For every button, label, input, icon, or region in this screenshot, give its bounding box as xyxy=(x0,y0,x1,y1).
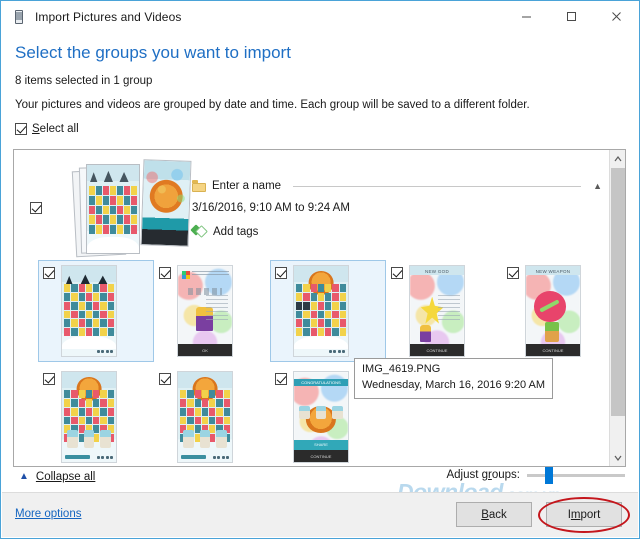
chevron-up-icon: ▲ xyxy=(19,471,29,482)
thumbnail-subcaption-7: SHARE xyxy=(294,439,348,451)
thumbnail-caption-7: CONTINUE xyxy=(294,450,348,462)
group-checkbox[interactable] xyxy=(30,202,42,214)
tag-icon xyxy=(190,224,208,238)
thumbnail-image-4[interactable]: NEW WEAPON CONTINUE xyxy=(525,265,581,357)
close-icon[interactable] xyxy=(594,1,639,32)
footer-bar: More options Back Im port xyxy=(2,492,638,537)
scrollbar-thumb[interactable] xyxy=(611,168,625,416)
select-all-text-rest: elect all xyxy=(39,123,79,135)
minimize-icon[interactable] xyxy=(504,1,549,32)
collapse-all-link[interactable]: ▲ Collapse all xyxy=(19,471,95,483)
thumbnail-caption-1: OK xyxy=(178,344,232,356)
slider-track xyxy=(527,474,625,477)
slider-thumb[interactable] xyxy=(545,467,553,484)
back-button[interactable]: Back xyxy=(456,502,532,527)
window-controls xyxy=(504,1,639,32)
title-bar: Import Pictures and Videos xyxy=(1,1,639,32)
group-date-range: 3/16/2016, 9:10 AM to 9:24 AM xyxy=(192,202,350,214)
selection-summary: 8 items selected in 1 group xyxy=(15,75,153,87)
select-all-checkbox[interactable] xyxy=(15,123,27,135)
thumbnail-checkbox-7[interactable] xyxy=(275,373,287,385)
thumbnail-item-1[interactable]: OK xyxy=(154,260,270,362)
import-pictures-window: Import Pictures and Videos Select the gr… xyxy=(0,0,640,539)
tooltip-timestamp: Wednesday, March 16, 2016 9:20 AM xyxy=(362,378,546,391)
thumbnail-image-2[interactable] xyxy=(293,265,349,357)
thumbnail-checkbox-4[interactable] xyxy=(507,267,519,279)
thumbnail-caption-4: CONTINUE xyxy=(526,344,580,356)
scroll-up-icon[interactable] xyxy=(610,150,625,167)
thumbnail-title-4: NEW WEAPON xyxy=(535,268,571,274)
thumbnail-title-7: CONGRATULATIONS xyxy=(294,379,348,387)
maximize-icon[interactable] xyxy=(549,1,594,32)
thumbnail-image-3[interactable]: NEW GOD CONTINUE xyxy=(409,265,465,357)
thumbnail-title-3: NEW GOD xyxy=(424,268,450,274)
thumbnail-checkbox-3[interactable] xyxy=(391,267,403,279)
select-all-row[interactable]: Select all xyxy=(15,123,639,135)
page-description: Your pictures and videos are grouped by … xyxy=(15,99,530,111)
group-meta: Enter a name ▲ 3/16/2016, 9:10 AM to 9:2… xyxy=(190,158,610,238)
thumbnail-item-6[interactable] xyxy=(154,366,270,466)
thumbnail-item-0[interactable] xyxy=(38,260,154,362)
tooltip-filename: IMG_4619.PNG xyxy=(362,363,441,375)
page-title: Select the groups you want to import xyxy=(15,43,291,62)
thumbnail-item-4[interactable]: NEW WEAPON CONTINUE xyxy=(502,260,610,362)
thumbnail-image-6[interactable] xyxy=(177,371,233,463)
adjust-groups-slider[interactable] xyxy=(527,467,625,484)
adjust-groups-label: Adjust groups: xyxy=(446,469,520,481)
thumbnail-row: OK NEW GOD CONTINUE NEW WEAPON CONTINUE xyxy=(38,260,610,362)
collapse-all-label: Collapse all xyxy=(35,471,96,483)
thumbnail-caption-3: CONTINUE xyxy=(410,344,464,356)
thumbnail-image-0[interactable] xyxy=(61,265,117,357)
thumbnail-checkbox-5[interactable] xyxy=(43,373,55,385)
device-icon xyxy=(11,9,27,25)
more-options-link[interactable]: More options xyxy=(15,508,81,520)
group-header-row: Enter a name ▲ 3/16/2016, 9:10 AM to 9:2… xyxy=(14,150,610,258)
thumbnail-item-3[interactable]: NEW GOD CONTINUE xyxy=(386,260,502,362)
thumbnail-item-2[interactable] xyxy=(270,260,386,362)
vertical-scrollbar[interactable] xyxy=(609,150,625,466)
group-name-input[interactable]: Enter a name xyxy=(212,180,281,192)
thumbnail-item-5[interactable] xyxy=(38,366,154,466)
thumbnail-tooltip: IMG_4619.PNG Wednesday, March 16, 2016 9… xyxy=(354,358,554,399)
group-name-row[interactable]: Enter a name ▲ xyxy=(192,180,602,192)
import-button[interactable]: Im port xyxy=(546,502,622,527)
thumbnail-image-1[interactable]: OK xyxy=(177,265,233,357)
folder-icon xyxy=(192,180,206,192)
add-tags-row[interactable]: Add tags xyxy=(190,224,602,238)
add-tags-label: Add tags xyxy=(213,225,259,238)
group-preview-stack xyxy=(52,158,192,258)
thumbnail-checkbox-0[interactable] xyxy=(43,267,55,279)
adjust-groups-control[interactable]: Adjust groups: xyxy=(446,467,625,484)
thumbnail-image-5[interactable] xyxy=(61,371,117,463)
thumbnail-checkbox-6[interactable] xyxy=(159,373,171,385)
chevron-up-icon[interactable]: ▲ xyxy=(593,181,602,191)
thumbnail-checkbox-2[interactable] xyxy=(275,267,287,279)
thumbnail-checkbox-1[interactable] xyxy=(159,267,171,279)
groups-list-content: Enter a name ▲ 3/16/2016, 9:10 AM to 9:2… xyxy=(14,150,610,466)
group-name-rule xyxy=(293,185,582,187)
window-title: Import Pictures and Videos xyxy=(35,9,182,24)
select-all-label: Select all xyxy=(32,123,79,135)
thumbnail-image-7[interactable]: CONGRATULATIONS SHARE CONTINUE xyxy=(293,371,349,463)
groups-list-panel: Enter a name ▲ 3/16/2016, 9:10 AM to 9:2… xyxy=(13,149,626,467)
scroll-down-icon[interactable] xyxy=(610,449,625,466)
